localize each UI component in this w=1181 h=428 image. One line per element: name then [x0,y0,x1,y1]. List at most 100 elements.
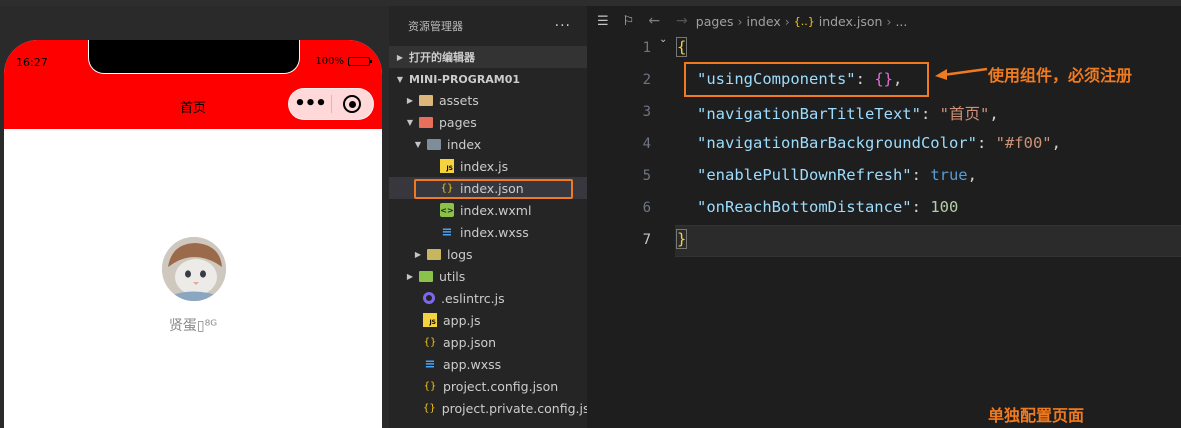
tree-item-index-js[interactable]: JS index.js [389,155,587,177]
tree-item-app-json[interactable]: {} app.json [389,331,587,353]
tree-item-label: assets [439,92,479,108]
wxss-file-icon: ≡ [424,356,436,372]
explorer-title: 资源管理器 [408,20,463,33]
arrow-right-icon[interactable]: → [676,13,688,29]
section-project[interactable]: ▼ MINI-PROGRAM01 [389,68,587,90]
eslint-file-icon [423,292,435,304]
code-line-1: { [675,37,688,57]
fold-chevron-icon[interactable]: ⌄ [659,34,667,45]
tree-item-label: app.wxss [443,356,502,372]
phone-notch [88,40,300,74]
arrow-left-icon[interactable]: ← [648,13,660,29]
chevron-right-icon: › [886,13,892,29]
line-number: 4 [642,136,651,152]
javascript-file-icon: JS [440,159,454,173]
simulator-toolbar [0,0,389,6]
list-icon[interactable]: ☰ [597,14,609,29]
code-line-3: "navigationBarTitleText": "首页", [697,105,999,123]
explorer-header: 资源管理器 ··· [389,6,587,46]
json-value: true [930,166,968,184]
battery-icon [348,57,372,66]
code-line-4: "navigationBarBackgroundColor": "#f00", [697,134,1061,152]
tree-item-index-wxss[interactable]: ≡ index.wxss [389,221,587,243]
code-line-6: "onReachBottomDistance": 100 [697,198,959,216]
navigation-bar: 16:27 100% 首页 ••• [4,40,382,129]
code-editor[interactable]: ☰ ⚐ ← → pages › index › {..} index.json … [587,0,1181,428]
tree-item-app-js[interactable]: JS app.js [389,309,587,331]
json-key: "navigationBarTitleText" [697,105,921,123]
chevron-right-icon: ▶ [396,52,404,62]
annotation-components-note: 使用组件，必须注册 [988,66,1133,85]
json-file-icon: {..} [793,14,815,28]
json-key: "enablePullDownRefresh" [697,166,912,184]
tree-item-pages[interactable]: ▼ pages [389,111,587,133]
chevron-right-icon: ▶ [406,95,414,105]
tree-item-label: app.js [443,312,481,328]
tree-item-project-config[interactable]: {} project.config.json [389,375,587,397]
folder-icon [427,248,441,260]
line-number: 2 [642,72,651,88]
json-key: "navigationBarBackgroundColor" [697,134,977,152]
annotation-arrow-icon [935,67,988,80]
tree-item-label: pages [439,114,477,130]
tree-item-label: utils [439,268,466,284]
line-number: 3 [642,104,651,120]
json-file-icon: {} [423,402,436,414]
code-line-7: } [675,229,688,249]
current-line-highlight [675,225,1181,257]
breadcrumb-file[interactable]: index.json [819,14,883,29]
editor-tab-bar [587,0,1181,6]
chevron-down-icon: ▼ [414,139,422,149]
tree-item-assets[interactable]: ▶ assets [389,89,587,111]
more-actions-icon[interactable]: ··· [555,18,571,34]
tree-item-index-wxml[interactable]: <> index.wxml [389,199,587,221]
tree-item-label: index.wxml [460,202,532,218]
target-circle-icon [343,95,362,113]
tree-item-eslintrc[interactable]: .eslintrc.js [389,287,587,309]
tree-item-label: project.config.json [443,378,559,394]
tree-item-index-folder[interactable]: ▼ index [389,133,587,155]
wxss-file-icon: ≡ [441,224,453,240]
code-brace: { [675,37,688,57]
tree-item-label: app.json [443,334,497,350]
close-miniprogram-button[interactable] [332,95,373,113]
wxml-file-icon: <> [440,203,454,217]
tree-item-app-wxss[interactable]: ≡ app.wxss [389,353,587,375]
tree-item-project-private-config[interactable]: {} project.private.config.js... [389,397,601,419]
breadcrumb-pages[interactable]: pages [696,14,734,29]
tree-item-label: project.private.config.js... [441,400,602,416]
breadcrumb-more[interactable]: ... [895,14,907,29]
section-open-editors[interactable]: ▶ 打开的编辑器 [389,46,587,68]
chevron-right-icon: › [784,13,790,29]
open-folder-icon [427,138,441,150]
folder-icon [419,116,433,128]
line-number: 6 [642,200,651,216]
selected-file-highlight [414,179,573,199]
code-brace: } [675,229,688,249]
status-battery: 100% [315,56,372,67]
annotation-page-note: 单独配置页面 [988,406,1085,425]
bookmark-icon[interactable]: ⚐ [623,14,635,29]
tree-item-label: index.js [460,158,509,174]
json-key: "onReachBottomDistance" [697,198,912,216]
tree-item-label: .eslintrc.js [441,290,505,306]
section-open-editors-label: 打开的编辑器 [409,51,475,64]
user-nickname: 贤蛋▯⁸ᴳ [168,318,218,334]
menu-capsule[interactable]: ••• [288,88,374,120]
chevron-right-icon: ▶ [406,271,414,281]
breadcrumb-index[interactable]: index [747,14,781,29]
tree-item-logs[interactable]: ▶ logs [389,243,587,265]
tree-item-utils[interactable]: ▶ utils [389,265,587,287]
file-explorer: 资源管理器 ··· ▶ 打开的编辑器 ▼ MINI-PROGRAM01 ▶ as… [389,0,601,428]
avatar[interactable] [162,237,226,301]
json-file-icon: {} [423,336,437,348]
chevron-right-icon: ▶ [414,249,422,259]
json-file-icon: {} [423,380,437,392]
line-number: 5 [642,168,651,184]
code-line-5: "enablePullDownRefresh": true, [697,166,977,184]
simulator-panel: 16:27 100% 首页 ••• 贤蛋▯⁸ᴳ [0,0,389,428]
breadcrumb: ☰ ⚐ ← → pages › index › {..} index.json … [587,8,1181,34]
line-number: 1 [642,40,651,56]
more-icon[interactable]: ••• [289,89,331,119]
tree-item-label: index.wxss [460,224,529,240]
